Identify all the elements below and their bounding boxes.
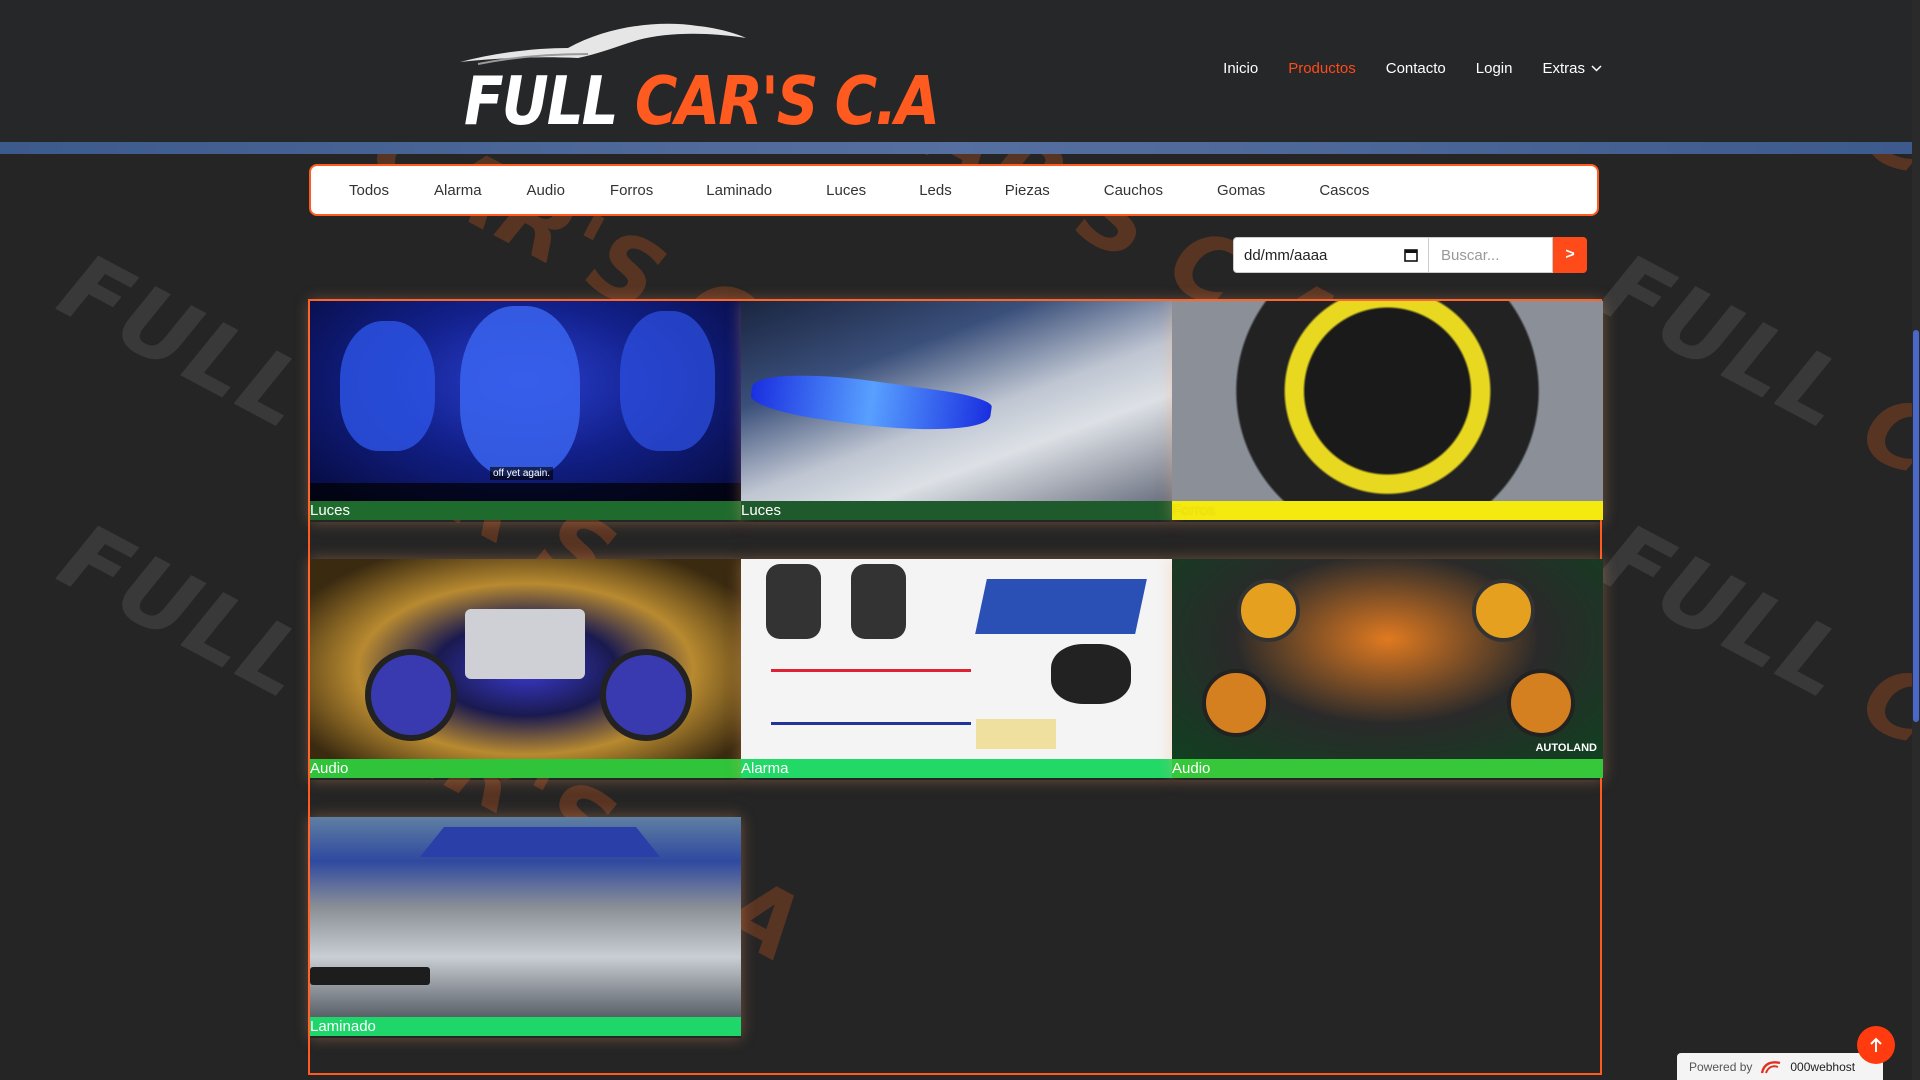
product-image: off yet again.: [310, 301, 741, 501]
site-header: FULL CAR'S C.A Inicio Productos Contacto…: [0, 0, 1912, 142]
product-category-label: Luces: [310, 501, 741, 520]
product-image: [741, 559, 1172, 759]
category-bar: Todos Alarma Audio Forros Laminado Luces…: [309, 164, 1599, 216]
product-category-label: Forros: [1172, 501, 1603, 520]
background-watermark: FULL CAR'S C.A: [1583, 232, 1920, 715]
nav-inicio-label: Inicio: [1223, 60, 1259, 77]
category-audio[interactable]: Audio: [527, 182, 565, 199]
background-watermark: FULL CAR'S C.A: [1583, 502, 1920, 985]
product-category-label: Luces: [741, 501, 1172, 520]
calendar-icon[interactable]: [1404, 248, 1418, 262]
product-card[interactable]: Audio: [310, 559, 741, 780]
product-card[interactable]: Forros: [1172, 301, 1603, 522]
date-field-value: dd/mm/aaaa: [1244, 246, 1328, 264]
search-bar: dd/mm/aaaa >: [1233, 237, 1587, 273]
nav-productos-label: Productos: [1288, 60, 1356, 77]
product-image: AUTOLAND: [1172, 559, 1603, 759]
nav-login[interactable]: Login: [1476, 60, 1513, 77]
category-todos[interactable]: Todos: [349, 182, 389, 199]
product-image: [310, 559, 741, 759]
category-cauchos[interactable]: Cauchos: [1104, 182, 1163, 199]
image-watermark: AUTOLAND: [1535, 742, 1597, 754]
product-card[interactable]: Luces: [741, 301, 1172, 522]
nav-contacto[interactable]: Contacto: [1386, 60, 1446, 77]
category-alarma[interactable]: Alarma: [434, 182, 482, 199]
product-card[interactable]: Laminado: [310, 817, 741, 1038]
category-piezas[interactable]: Piezas: [1005, 182, 1050, 199]
nav-extras-label: Extras: [1542, 60, 1585, 77]
product-image: [741, 301, 1172, 501]
site-logo[interactable]: FULL CAR'S C.A: [458, 18, 940, 140]
product-card[interactable]: off yet again. Luces: [310, 301, 741, 522]
category-gomas[interactable]: Gomas: [1217, 182, 1265, 199]
scroll-to-top-button[interactable]: [1857, 1026, 1895, 1064]
nav-contacto-label: Contacto: [1385, 60, 1446, 77]
logo-text: FULL CAR'S C.A: [464, 62, 940, 141]
category-luces[interactable]: Luces: [826, 182, 866, 199]
category-laminado[interactable]: Laminado: [706, 182, 772, 199]
host-logo-icon: [1761, 1060, 1781, 1073]
powered-by-badge[interactable]: Powered by 000webhost: [1677, 1053, 1883, 1080]
scrollbar-thumb[interactable]: [1913, 330, 1919, 722]
product-card[interactable]: AUTOLAND Audio: [1172, 559, 1603, 780]
nav-productos[interactable]: Productos: [1288, 60, 1356, 77]
powered-by-text: Powered by: [1689, 1059, 1753, 1074]
category-leds[interactable]: Leds: [919, 182, 952, 199]
search-input[interactable]: [1429, 237, 1553, 273]
nav-inicio[interactable]: Inicio: [1223, 60, 1258, 77]
product-grid: off yet again. Luces Luces Forros Audio: [308, 299, 1603, 1075]
product-category-label: Audio: [310, 759, 741, 778]
date-field[interactable]: dd/mm/aaaa: [1233, 237, 1429, 273]
main-nav: Inicio Productos Contacto Login Extras: [1223, 60, 1602, 77]
video-caption: off yet again.: [490, 467, 554, 480]
nav-extras[interactable]: Extras: [1542, 60, 1602, 77]
header-stripe: [0, 142, 1912, 154]
product-category-label: Audio: [1172, 759, 1603, 778]
category-forros[interactable]: Forros: [610, 182, 653, 199]
nav-login-label: Login: [1475, 60, 1513, 77]
category-cascos[interactable]: Cascos: [1319, 182, 1369, 199]
chevron-down-icon: [1591, 65, 1602, 72]
product-card[interactable]: Alarma: [741, 559, 1172, 780]
product-image: [1172, 301, 1603, 501]
product-category-label: Alarma: [741, 759, 1172, 778]
search-submit-button[interactable]: >: [1553, 237, 1587, 273]
product-category-label: Laminado: [310, 1017, 741, 1036]
product-image: [310, 817, 741, 1017]
host-name: 000webhost: [1790, 1059, 1856, 1074]
arrow-up-icon: [1870, 1037, 1882, 1052]
